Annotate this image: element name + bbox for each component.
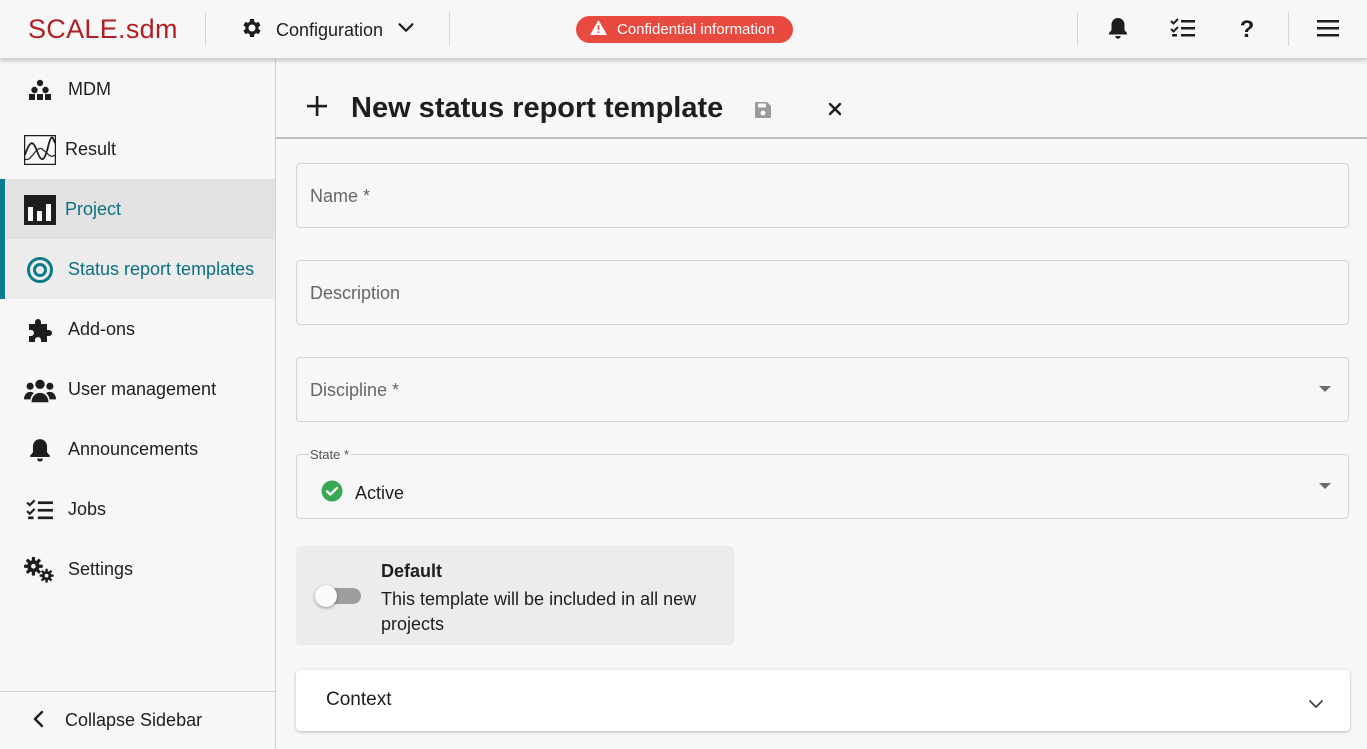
- help-icon: ?: [1239, 16, 1255, 43]
- checklist-icon: [1170, 17, 1196, 44]
- sidebar-item-user-management[interactable]: User management: [0, 359, 275, 419]
- confidential-badge: Confidential information: [576, 16, 793, 43]
- sidebar-item-result[interactable]: Result: [0, 119, 275, 179]
- sidebar-item-project[interactable]: Project: [0, 179, 275, 239]
- menu-icon: [1317, 19, 1339, 42]
- state-label: State *: [309, 447, 351, 462]
- sidebar-item-announcements[interactable]: Announcements: [0, 419, 275, 479]
- sidebar-item-status-report-templates[interactable]: Status report templates: [0, 239, 275, 299]
- chevron-left-icon: [32, 710, 46, 733]
- description-field[interactable]: Description: [296, 260, 1349, 325]
- save-button[interactable]: [754, 101, 772, 124]
- sidebar-item-label: Announcements: [68, 438, 199, 459]
- puzzle-icon: [24, 314, 56, 346]
- state-value-text: Active: [355, 483, 405, 503]
- default-toggle[interactable]: [315, 585, 361, 607]
- checklist-icon: [24, 494, 56, 526]
- dropdown-caret-icon: [1319, 386, 1331, 392]
- page-header: New status report template: [276, 59, 1367, 139]
- sidebar-item-label: MDM: [68, 78, 111, 99]
- name-placeholder: Name *: [310, 186, 371, 206]
- toggle-knob: [315, 585, 337, 607]
- tasks-button[interactable]: [1168, 15, 1198, 45]
- sidebar-item-mdm[interactable]: MDM: [0, 59, 275, 119]
- warning-icon: [590, 20, 607, 39]
- project-icon: [24, 194, 56, 226]
- close-button[interactable]: [827, 101, 843, 122]
- divider: [205, 12, 206, 46]
- mdm-icon: [24, 74, 56, 106]
- discipline-select[interactable]: Discipline *: [296, 357, 1349, 422]
- description-placeholder: Description: [310, 283, 401, 303]
- state-select[interactable]: State * Active: [296, 447, 1349, 519]
- sidebar-item-label: User management: [68, 378, 217, 399]
- default-toggle-description: This template will be included in all ne…: [381, 589, 697, 634]
- target-icon: [24, 254, 56, 286]
- bell-icon: [1107, 16, 1129, 45]
- check-circle-icon: [321, 480, 343, 507]
- app-logo[interactable]: SCALE.sdm: [28, 14, 178, 45]
- result-chart-icon: [24, 134, 56, 166]
- notifications-button[interactable]: [1103, 15, 1133, 45]
- divider: [449, 12, 450, 46]
- dropdown-caret-icon: [1319, 483, 1331, 489]
- default-toggle-title: Default: [381, 561, 443, 581]
- sidebar-item-jobs[interactable]: Jobs: [0, 479, 275, 539]
- plus-icon: [306, 95, 328, 122]
- context-label: Context: [326, 689, 392, 710]
- default-toggle-card: Default This template will be included i…: [296, 546, 734, 645]
- context-expander[interactable]: Context: [296, 670, 1350, 731]
- divider: [1288, 12, 1289, 46]
- help-button[interactable]: ?: [1232, 15, 1262, 45]
- chevron-down-icon: [395, 17, 417, 44]
- close-icon: [828, 102, 842, 116]
- chevron-down-icon: [1308, 696, 1324, 714]
- sidebar-item-label: Result: [65, 138, 117, 159]
- sidebar-item-label: Project: [65, 198, 122, 219]
- discipline-placeholder: Discipline *: [310, 380, 400, 400]
- users-icon: [24, 374, 56, 406]
- divider: [1077, 12, 1078, 46]
- gears-icon: [24, 554, 56, 586]
- page-title: New status report template: [351, 92, 724, 124]
- name-field[interactable]: Name *: [296, 163, 1349, 228]
- save-icon: [755, 102, 771, 118]
- configuration-label: Configuration: [276, 19, 384, 40]
- sidebar-item-label: Status report templates: [68, 258, 255, 279]
- collapse-sidebar-button[interactable]: Collapse Sidebar: [0, 691, 275, 749]
- sidebar-item-settings[interactable]: Settings: [0, 539, 275, 599]
- top-bar: SCALE.sdm Configuration Confidential inf…: [0, 0, 1367, 59]
- state-value: Active: [321, 480, 404, 507]
- sidebar-item-label: Jobs: [68, 498, 107, 519]
- main-content: New status report template Name * Descri…: [276, 59, 1367, 749]
- gear-icon: [240, 16, 264, 45]
- collapse-sidebar-label: Collapse Sidebar: [65, 710, 203, 730]
- sidebar-item-label: Settings: [68, 558, 134, 579]
- bell-icon: [24, 434, 56, 466]
- sidebar-item-add-ons[interactable]: Add-ons: [0, 299, 275, 359]
- configuration-menu[interactable]: Configuration: [240, 14, 417, 46]
- sidebar: MDM Result Project Status report templat…: [0, 59, 276, 749]
- sidebar-item-label: Add-ons: [68, 318, 136, 339]
- confidential-label: Confidential information: [617, 21, 775, 38]
- main-menu-button[interactable]: [1313, 15, 1343, 45]
